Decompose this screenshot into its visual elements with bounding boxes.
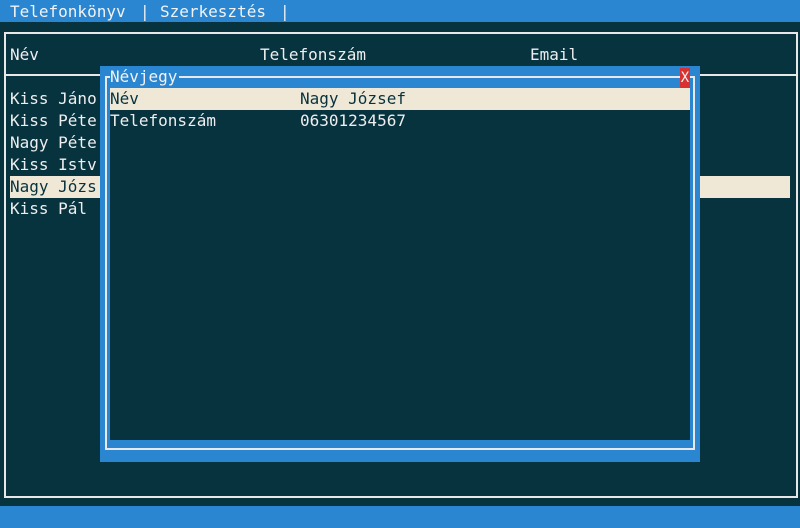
dialog-field-row[interactable]: Név Nagy József [110,88,690,110]
menu-telefonkonyv[interactable]: Telefonkönyv [10,1,126,23]
field-value: 06301234567 [300,111,406,130]
dialog-body [110,88,690,440]
row-name: Kiss Istv [10,155,97,174]
field-label: Telefonszám [110,111,216,130]
row-name: Kiss Péte [10,111,97,130]
menu-separator: | [140,2,150,21]
menu-separator: | [280,2,290,21]
row-name: Nagy Péte [10,133,97,152]
field-value: Nagy József [300,89,406,108]
column-header-email[interactable]: Email [530,44,578,66]
menu-szerkesztes[interactable]: Szerkesztés [160,1,266,23]
dialog-title: Névjegy [110,66,180,88]
row-name: Nagy Józs [10,177,97,196]
close-button[interactable]: X [680,68,690,88]
field-label: Név [110,89,139,108]
row-name: Kiss Pál [10,199,88,218]
column-header-phone[interactable]: Telefonszám [260,44,366,66]
menu-bar: Telefonkönyv | Szerkesztés | [0,0,800,22]
status-bar [0,506,800,528]
dialog-field-row[interactable]: Telefonszám 06301234567 [110,110,690,132]
column-header-name[interactable]: Név [10,44,39,66]
row-name: Kiss Jáno [10,89,97,108]
